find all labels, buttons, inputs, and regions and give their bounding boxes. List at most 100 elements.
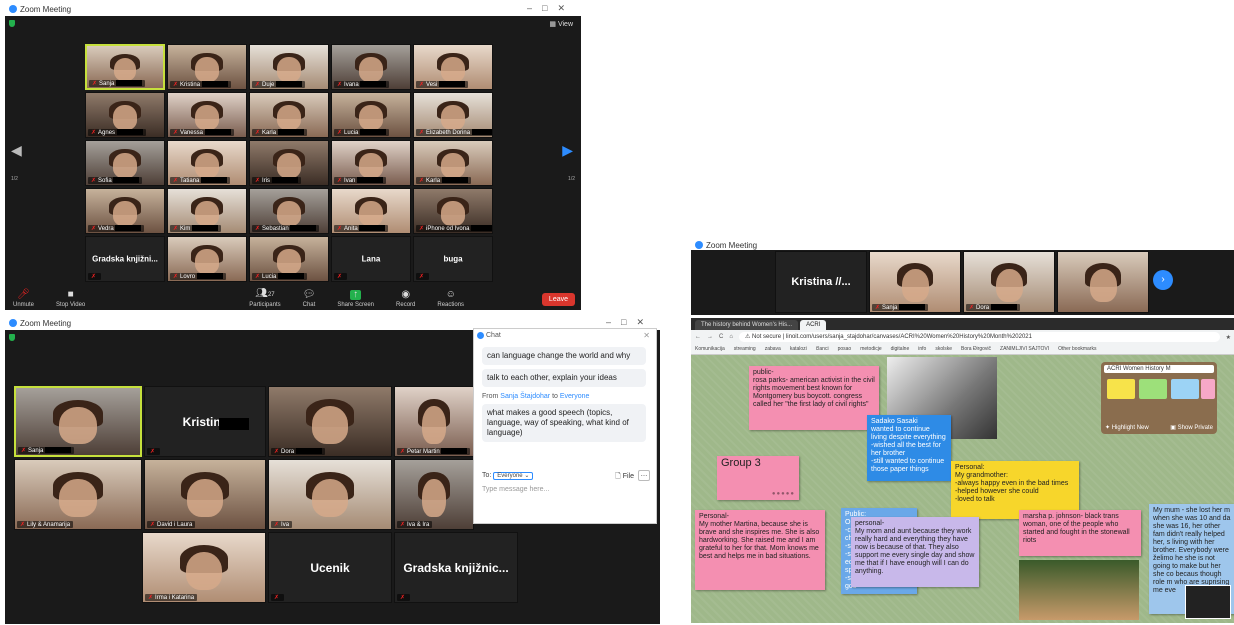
- browser-tab[interactable]: The history behind Women's His...: [695, 320, 799, 330]
- video-tile[interactable]: ✗ Sanja: [14, 386, 142, 457]
- video-tile[interactable]: ✗ Karla: [249, 92, 329, 138]
- video-tile[interactable]: ✗ Ivana: [331, 44, 411, 90]
- sticky-note-marsha[interactable]: marsha p. johnson- black trans woman, on…: [1019, 510, 1141, 556]
- video-tile[interactable]: buga ✗: [413, 236, 493, 282]
- stop-video-button[interactable]: ■ Stop Video: [56, 290, 85, 309]
- bookmark-item[interactable]: digitalne: [891, 346, 910, 352]
- mic-muted-icon: ✗: [255, 274, 261, 280]
- bookmark-item[interactable]: katalozi: [790, 346, 807, 352]
- video-tile[interactable]: ✗ Karla: [413, 140, 493, 186]
- recipient-name[interactable]: Everyone: [560, 393, 590, 400]
- video-tile[interactable]: ✗ Vanessa: [167, 92, 247, 138]
- bookmark-item[interactable]: ZANIMLJIVI SAJTOVI: [1000, 346, 1049, 352]
- video-tile[interactable]: ✗ Kim: [167, 188, 247, 234]
- video-tile[interactable]: ✗ iPhone od Ivona: [413, 188, 493, 234]
- unmute-button[interactable]: 🎤︎ Unmute: [13, 290, 34, 309]
- participant-name: Sanja: [99, 81, 115, 87]
- yellow-note-swatch[interactable]: [1107, 379, 1135, 399]
- video-tile[interactable]: Gradska knjižnic... ✗: [394, 532, 518, 603]
- bookmark-item[interactable]: posao: [838, 346, 852, 352]
- reactions-button[interactable]: ☺︎ Reactions: [437, 290, 464, 309]
- bookmark-item[interactable]: zabava: [765, 346, 781, 352]
- video-tile[interactable]: ✗ Iris: [249, 140, 329, 186]
- video-tile[interactable]: ✗ Sebastian: [249, 188, 329, 234]
- video-tile[interactable]: ✗ Lucia: [331, 92, 411, 138]
- bookmark-item[interactable]: info: [918, 346, 926, 352]
- url-field[interactable]: ⚠ Not secure | linoit.com/users/sanja_st…: [738, 332, 1220, 342]
- highlight-new-link[interactable]: ✦ Highlight New: [1105, 424, 1149, 431]
- browser-tab-active[interactable]: ACRI: [800, 320, 827, 330]
- green-note-swatch[interactable]: [1139, 379, 1167, 399]
- video-tile[interactable]: Kristina //...: [775, 251, 867, 313]
- chat-message-input[interactable]: Type message here...: [482, 486, 549, 493]
- window-controls[interactable]: –□✕: [527, 3, 575, 14]
- video-tile[interactable]: ✗ Sanja: [869, 251, 961, 313]
- participant-label: ✗ Sofia: [88, 177, 143, 184]
- video-tile[interactable]: Ucenik ✗: [268, 532, 392, 603]
- pink-note-swatch[interactable]: [1201, 379, 1215, 399]
- video-tile[interactable]: ✗ Tatiana: [167, 140, 247, 186]
- video-tile[interactable]: ✗ Sofia: [85, 140, 165, 186]
- prev-page-arrow-icon[interactable]: ◀: [11, 142, 22, 159]
- star-icon[interactable]: ★: [1226, 334, 1231, 341]
- bookmark-item[interactable]: streaming: [734, 346, 756, 352]
- bookmark-item[interactable]: metodicje: [860, 346, 881, 352]
- video-tile[interactable]: Gradska knjižni... ✗: [85, 236, 165, 282]
- sticky-note-martina[interactable]: Personal- My mother Martina, because she…: [695, 510, 825, 590]
- video-tile[interactable]: ✗ Sanja: [85, 44, 165, 90]
- recipient-select[interactable]: Everyone ⌄: [493, 472, 534, 480]
- blue-note-swatch[interactable]: [1171, 379, 1199, 399]
- video-tile[interactable]: ✗ Petar Martin: [394, 386, 474, 457]
- sticky-note-group3[interactable]: Group 3 ●●●●●: [717, 456, 799, 500]
- file-button[interactable]: 🗋︎ File: [615, 472, 634, 483]
- video-tile[interactable]: ✗ Kristina: [167, 44, 247, 90]
- video-tile[interactable]: ✗ Vedra: [85, 188, 165, 234]
- next-page-arrow-icon[interactable]: ▶: [562, 142, 573, 159]
- video-tile[interactable]: ✗ Dora: [963, 251, 1055, 313]
- bookmark-item[interactable]: članci: [816, 346, 829, 352]
- home-icon[interactable]: ⌂: [729, 334, 733, 340]
- window-controls[interactable]: –□✕: [606, 317, 654, 328]
- video-tile[interactable]: Lana ✗: [331, 236, 411, 282]
- bookmark-item[interactable]: Komunikacija: [695, 346, 725, 352]
- record-button[interactable]: ◉ Record: [396, 290, 415, 309]
- video-tile[interactable]: ✗ Iva: [268, 459, 392, 530]
- chat-label: Chat: [302, 302, 316, 308]
- video-tile[interactable]: ✗ Anita: [331, 188, 411, 234]
- video-tile[interactable]: ✗ Iva & Ira: [394, 459, 474, 530]
- redacted-bar: [899, 304, 926, 311]
- bookmark-item[interactable]: skolske: [935, 346, 952, 352]
- video-tile[interactable]: ✗ Elizabeth Dorina: [413, 92, 493, 138]
- forward-icon[interactable]: →: [707, 334, 713, 340]
- video-tile[interactable]: ✗ Lily & Anamarija: [14, 459, 142, 530]
- leave-button[interactable]: Leave: [541, 293, 575, 306]
- video-tile[interactable]: ✗ David i Laura: [144, 459, 266, 530]
- sticky-note-mom-aunt[interactable]: personal- My mom and aunt because they w…: [851, 517, 979, 587]
- participants-button[interactable]: 👥︎27 Participants: [249, 289, 280, 309]
- video-tile[interactable]: [1057, 251, 1149, 313]
- more-options-icon[interactable]: …: [638, 470, 650, 481]
- redacted-bar: [360, 129, 387, 136]
- back-icon[interactable]: ←: [695, 334, 701, 340]
- video-tile[interactable]: ✗ Lovro: [167, 236, 247, 282]
- sticky-note-sadako[interactable]: Sadako Sasaki wanted to continue living …: [867, 415, 951, 481]
- bookmark-item[interactable]: Bora Đirgovič: [961, 346, 991, 352]
- view-button[interactable]: ▦ View: [549, 20, 573, 28]
- video-tile[interactable]: ✗ Vesi: [413, 44, 493, 90]
- video-tile[interactable]: ✗ Ivan: [331, 140, 411, 186]
- next-page-arrow-icon[interactable]: ›: [1153, 270, 1173, 290]
- video-tile[interactable]: Kristina ✗: [144, 386, 266, 457]
- chat-close-icon[interactable]: ✕: [643, 331, 650, 340]
- video-tile[interactable]: ✗ Irma i Katarina: [142, 532, 266, 603]
- video-tile[interactable]: ✗ Lucia: [249, 236, 329, 282]
- chat-button[interactable]: 💬︎ Chat: [302, 290, 316, 309]
- video-tile[interactable]: ✗ Agnes: [85, 92, 165, 138]
- sticky-note-rosa[interactable]: public- rosa parks- american activist in…: [749, 366, 879, 430]
- video-tile[interactable]: ✗ Dora: [268, 386, 392, 457]
- bookmark-item[interactable]: Other bookmarks: [1058, 346, 1096, 352]
- show-private-link[interactable]: ▣ Show Private: [1170, 424, 1213, 431]
- video-tile[interactable]: ✗ Duje: [249, 44, 329, 90]
- reload-icon[interactable]: C: [719, 334, 723, 340]
- share-screen-button[interactable]: ↑ Share Screen: [337, 290, 374, 309]
- sender-name[interactable]: Sanja Štajdohar: [500, 393, 550, 400]
